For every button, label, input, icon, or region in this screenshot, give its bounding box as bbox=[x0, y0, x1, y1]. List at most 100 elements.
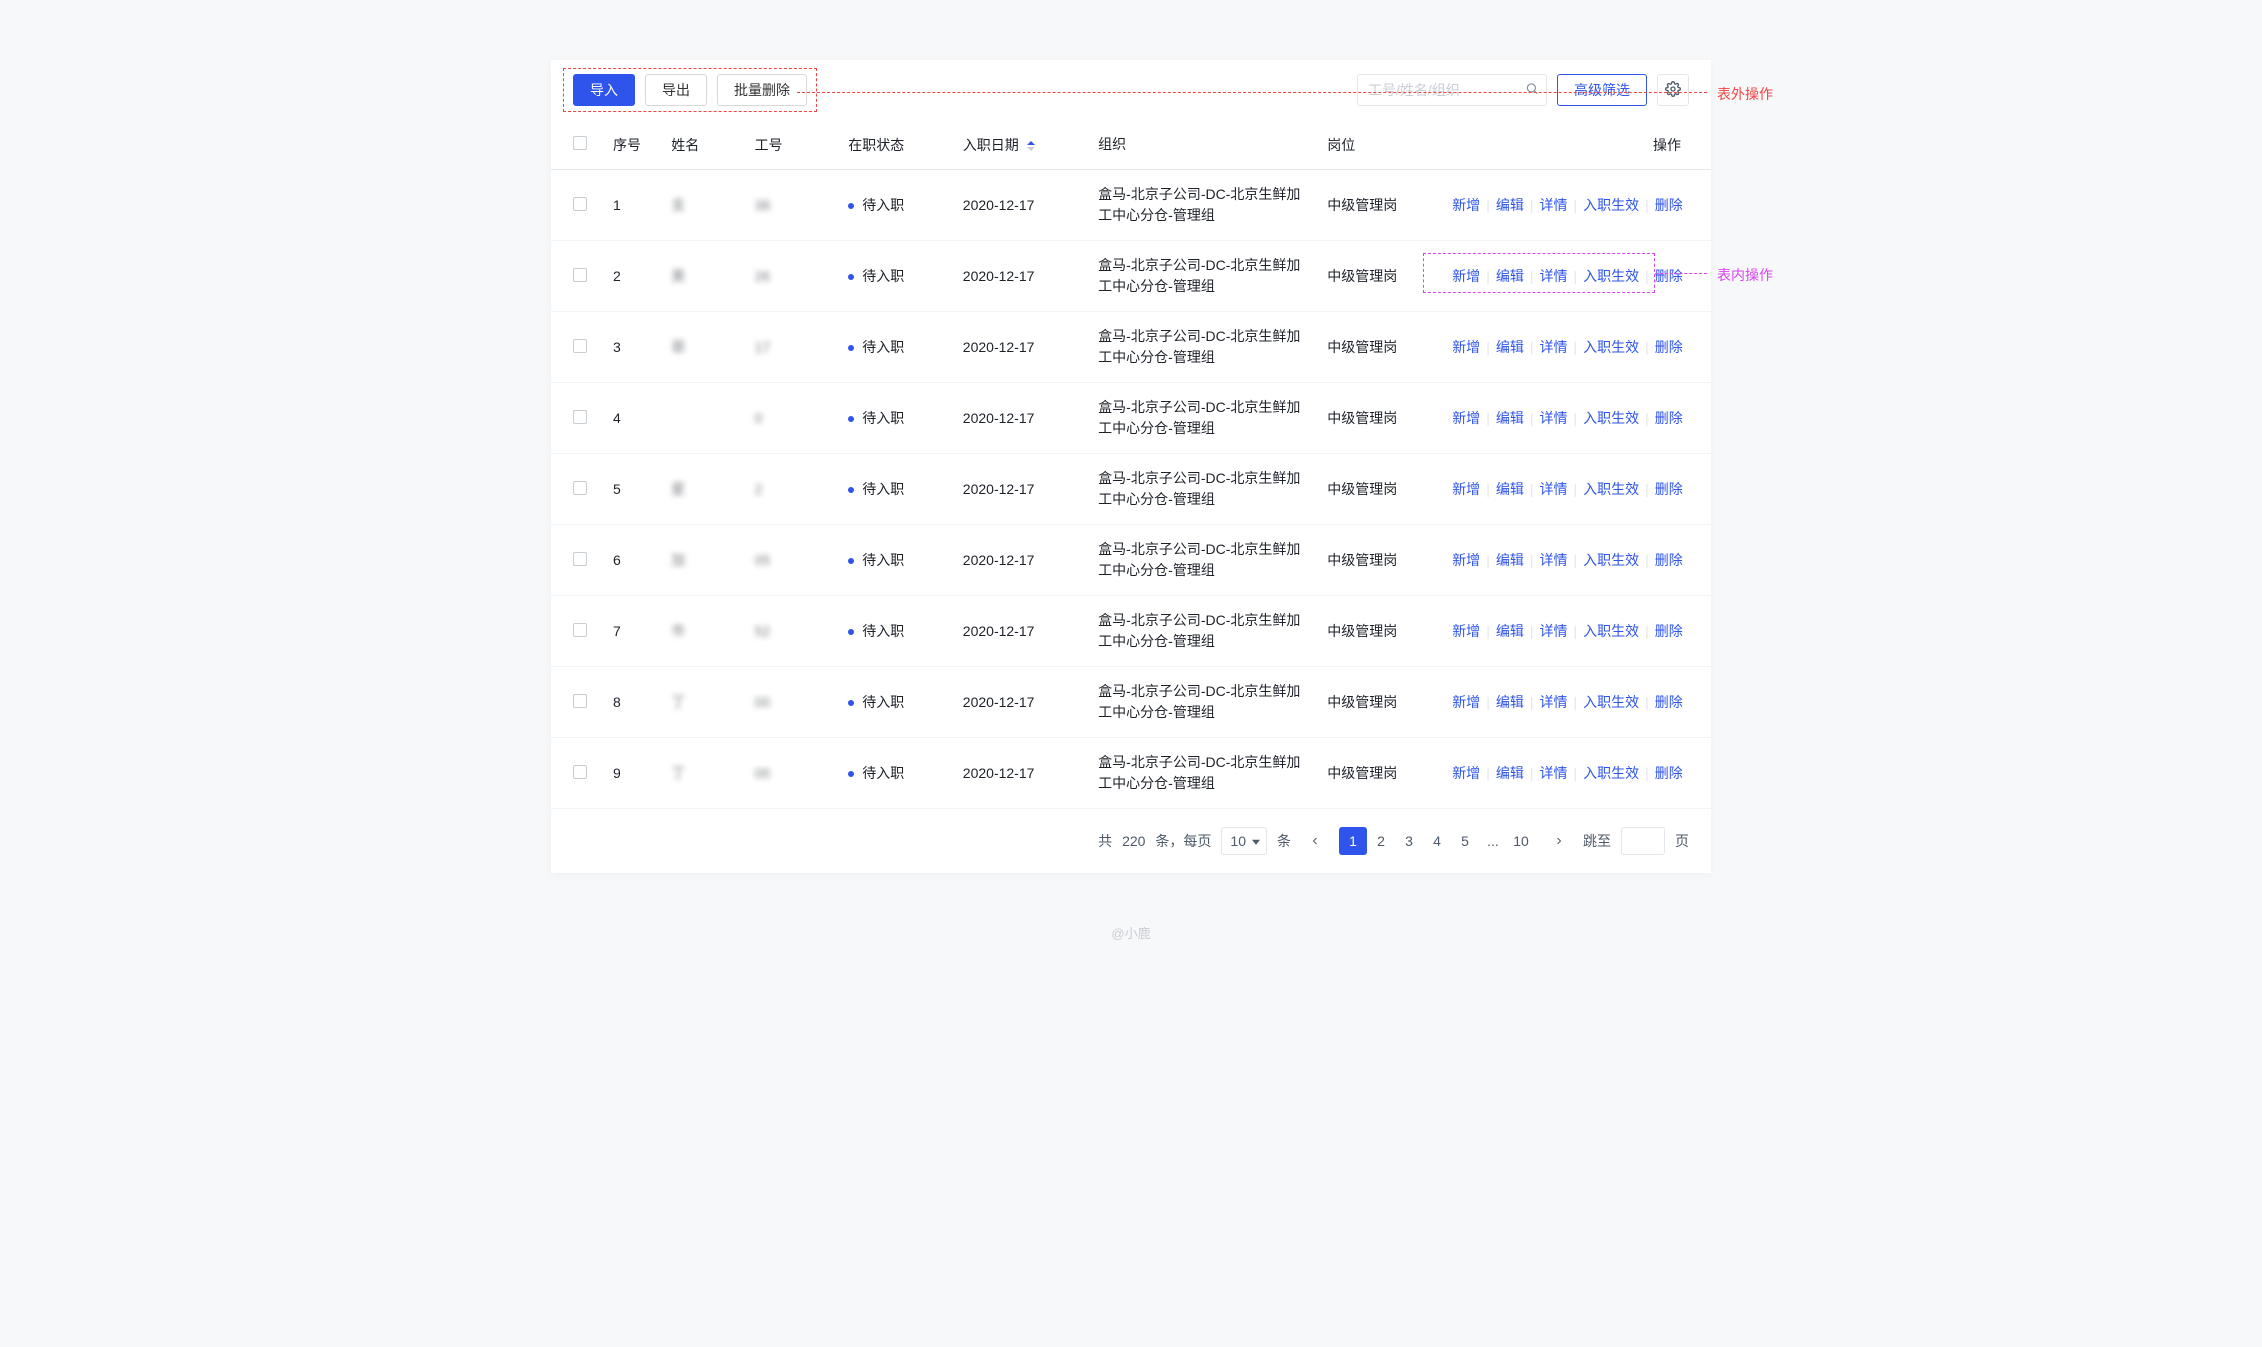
row-checkbox[interactable] bbox=[573, 410, 587, 424]
select-all-checkbox[interactable] bbox=[573, 136, 587, 150]
row-action-add[interactable]: 新增 bbox=[1452, 692, 1480, 712]
row-action-edit[interactable]: 编辑 bbox=[1496, 621, 1524, 641]
row-action-edit[interactable]: 编辑 bbox=[1496, 266, 1524, 286]
row-action-delete[interactable]: 删除 bbox=[1655, 337, 1683, 357]
page-number-button[interactable]: 10 bbox=[1507, 827, 1535, 855]
row-action-detail[interactable]: 详情 bbox=[1539, 408, 1567, 428]
page-number-button[interactable]: 3 bbox=[1395, 827, 1423, 855]
col-header-name: 姓名 bbox=[659, 120, 742, 170]
advanced-filter-button[interactable]: 高级筛选 bbox=[1557, 74, 1647, 106]
cell-actions: 新增| 编辑| 详情| 入职生效| 删除 bbox=[1440, 383, 1711, 454]
row-action-edit[interactable]: 编辑 bbox=[1496, 479, 1524, 499]
row-action-activate[interactable]: 入职生效 bbox=[1583, 266, 1639, 286]
row-action-edit[interactable]: 编辑 bbox=[1496, 550, 1524, 570]
cell-actions: 新增| 编辑| 详情| 入职生效| 删除 bbox=[1440, 312, 1711, 383]
row-action-activate[interactable]: 入职生效 bbox=[1583, 479, 1639, 499]
row-action-add[interactable]: 新增 bbox=[1452, 266, 1480, 286]
batch-delete-button[interactable]: 批量删除 bbox=[717, 74, 807, 106]
cell-seq: 6 bbox=[601, 525, 659, 596]
cell-empid: 17 bbox=[743, 312, 837, 383]
row-action-delete[interactable]: 删除 bbox=[1655, 195, 1683, 215]
row-action-edit[interactable]: 编辑 bbox=[1496, 337, 1524, 357]
row-checkbox[interactable] bbox=[573, 268, 587, 282]
row-action-detail[interactable]: 详情 bbox=[1539, 195, 1567, 215]
row-action-add[interactable]: 新增 bbox=[1452, 337, 1480, 357]
settings-button[interactable] bbox=[1657, 74, 1689, 106]
page-size-suffix: 条 bbox=[1277, 831, 1291, 851]
chevron-right-icon bbox=[1553, 835, 1565, 847]
row-action-activate[interactable]: 入职生效 bbox=[1583, 337, 1639, 357]
row-action-delete[interactable]: 删除 bbox=[1655, 408, 1683, 428]
row-action-add[interactable]: 新增 bbox=[1452, 195, 1480, 215]
row-action-activate[interactable]: 入职生效 bbox=[1583, 621, 1639, 641]
prev-page-button[interactable] bbox=[1301, 827, 1329, 855]
row-action-edit[interactable]: 编辑 bbox=[1496, 408, 1524, 428]
row-action-activate[interactable]: 入职生效 bbox=[1583, 550, 1639, 570]
status-dot-icon bbox=[848, 203, 854, 209]
row-action-edit[interactable]: 编辑 bbox=[1496, 195, 1524, 215]
search-wrapper bbox=[1357, 74, 1547, 106]
row-action-add[interactable]: 新增 bbox=[1452, 763, 1480, 783]
next-page-button[interactable] bbox=[1545, 827, 1573, 855]
page-number-button[interactable]: 1 bbox=[1339, 827, 1367, 855]
row-checkbox[interactable] bbox=[573, 339, 587, 353]
col-header-pos: 岗位 bbox=[1315, 120, 1440, 170]
row-action-add[interactable]: 新增 bbox=[1452, 408, 1480, 428]
cell-empid: 05 bbox=[743, 525, 837, 596]
row-checkbox[interactable] bbox=[573, 694, 587, 708]
row-checkbox[interactable] bbox=[573, 481, 587, 495]
table-row: 5 星 2 待入职 2020-12-17 盒马-北京子公司-DC-北京生鲜加工中… bbox=[551, 454, 1711, 525]
cell-name: 菲 bbox=[659, 312, 742, 383]
row-action-delete[interactable]: 删除 bbox=[1655, 479, 1683, 499]
row-action-delete[interactable]: 删除 bbox=[1655, 266, 1683, 286]
row-action-activate[interactable]: 入职生效 bbox=[1583, 408, 1639, 428]
search-icon[interactable] bbox=[1525, 82, 1539, 99]
row-checkbox[interactable] bbox=[573, 552, 587, 566]
row-action-add[interactable]: 新增 bbox=[1452, 550, 1480, 570]
cell-org: 盒马-北京子公司-DC-北京生鲜加工中心分仓-管理组 bbox=[1086, 738, 1315, 809]
cell-date: 2020-12-17 bbox=[951, 738, 1086, 809]
cell-actions: 新增| 编辑| 详情| 入职生效| 删除 bbox=[1440, 454, 1711, 525]
cell-org: 盒马-北京子公司-DC-北京生鲜加工中心分仓-管理组 bbox=[1086, 454, 1315, 525]
page-number-button[interactable]: 5 bbox=[1451, 827, 1479, 855]
export-button[interactable]: 导出 bbox=[645, 74, 707, 106]
row-checkbox[interactable] bbox=[573, 197, 587, 211]
row-action-detail[interactable]: 详情 bbox=[1539, 692, 1567, 712]
page-number-button[interactable]: 2 bbox=[1367, 827, 1395, 855]
cell-org: 盒马-北京子公司-DC-北京生鲜加工中心分仓-管理组 bbox=[1086, 170, 1315, 241]
col-header-org: 组织 bbox=[1086, 120, 1315, 170]
row-action-detail[interactable]: 详情 bbox=[1539, 479, 1567, 499]
sort-icon[interactable] bbox=[1027, 141, 1035, 151]
row-action-delete[interactable]: 删除 bbox=[1655, 763, 1683, 783]
cell-name: 星 bbox=[659, 454, 742, 525]
row-action-detail[interactable]: 详情 bbox=[1539, 621, 1567, 641]
cell-name: 昊 bbox=[659, 241, 742, 312]
row-action-edit[interactable]: 编辑 bbox=[1496, 692, 1524, 712]
row-action-delete[interactable]: 删除 bbox=[1655, 550, 1683, 570]
row-action-delete[interactable]: 删除 bbox=[1655, 621, 1683, 641]
row-checkbox[interactable] bbox=[573, 765, 587, 779]
col-header-date[interactable]: 入职日期 bbox=[951, 120, 1086, 170]
row-action-detail[interactable]: 详情 bbox=[1539, 550, 1567, 570]
row-checkbox[interactable] bbox=[573, 623, 587, 637]
cell-name: 丁 bbox=[659, 738, 742, 809]
page-size-select[interactable]: 10 bbox=[1221, 827, 1267, 855]
cell-pos: 中级管理岗 bbox=[1315, 241, 1440, 312]
row-action-activate[interactable]: 入职生效 bbox=[1583, 195, 1639, 215]
row-action-detail[interactable]: 详情 bbox=[1539, 763, 1567, 783]
row-action-add[interactable]: 新增 bbox=[1452, 479, 1480, 499]
row-action-detail[interactable]: 详情 bbox=[1539, 266, 1567, 286]
footer-credit: @小鹿 bbox=[421, 923, 1841, 942]
import-button[interactable]: 导入 bbox=[573, 74, 635, 106]
table-row: 7 巿 52 待入职 2020-12-17 盒马-北京子公司-DC-北京生鲜加工… bbox=[551, 596, 1711, 667]
row-action-activate[interactable]: 入职生效 bbox=[1583, 763, 1639, 783]
row-action-delete[interactable]: 删除 bbox=[1655, 692, 1683, 712]
row-action-detail[interactable]: 详情 bbox=[1539, 337, 1567, 357]
cell-actions: 新增| 编辑| 详情| 入职生效| 删除 bbox=[1440, 170, 1711, 241]
row-action-add[interactable]: 新增 bbox=[1452, 621, 1480, 641]
row-action-activate[interactable]: 入职生效 bbox=[1583, 692, 1639, 712]
page-number-button[interactable]: 4 bbox=[1423, 827, 1451, 855]
jump-page-input[interactable] bbox=[1621, 827, 1665, 855]
search-input[interactable] bbox=[1357, 74, 1547, 106]
row-action-edit[interactable]: 编辑 bbox=[1496, 763, 1524, 783]
